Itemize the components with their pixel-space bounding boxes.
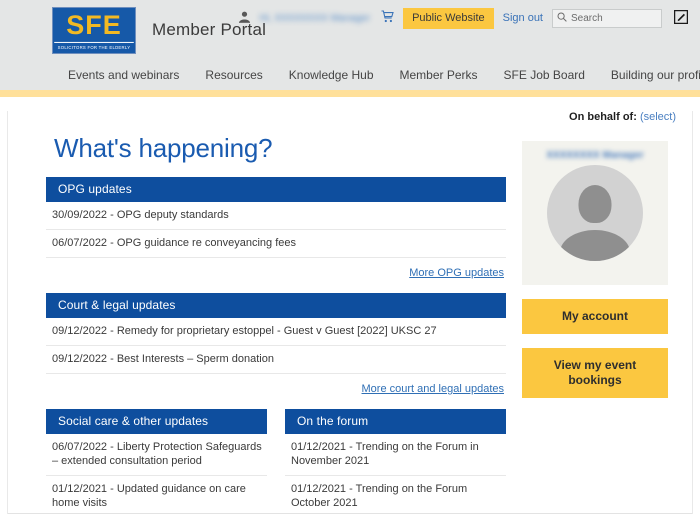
more-court-and-legal-updates-link[interactable]: More court and legal updates xyxy=(362,383,504,395)
main-navigation: Events and webinars Resources Knowledge … xyxy=(0,60,700,90)
on-behalf-of-select-link[interactable]: (select) xyxy=(640,111,676,123)
brand-lockup[interactable]: SFE SOLICITORS FOR THE ELDERLY Member Po… xyxy=(52,6,266,54)
profile-name: XXXXXXXX Manager xyxy=(546,150,644,161)
more-opg-updates-link[interactable]: More OPG updates xyxy=(409,267,504,279)
search-box[interactable] xyxy=(552,8,662,28)
view-my-event-bookings-button[interactable]: View my event bookings xyxy=(522,348,668,398)
list-item[interactable]: 01/12/2021 - Trending on the Forum in No… xyxy=(285,434,506,476)
avatar xyxy=(547,165,643,261)
sfe-logo[interactable]: SFE SOLICITORS FOR THE ELDERLY xyxy=(52,6,136,54)
panel-list: 30/09/2022 - OPG deputy standards 06/07/… xyxy=(46,202,506,258)
avatar-body xyxy=(560,230,630,261)
panel-social-care-and-other-updates: Social care & other updates 06/07/2022 -… xyxy=(46,409,267,514)
sign-out-link[interactable]: Sign out xyxy=(503,12,543,24)
person-icon xyxy=(239,11,251,26)
main-column: What's happening? OPG updates 30/09/2022… xyxy=(46,133,506,514)
on-behalf-of-label: On behalf of: xyxy=(569,111,637,123)
accent-divider-bar xyxy=(0,90,700,97)
header-utility-bar: Hi, XXXXXXXX Manager Public Website Sign… xyxy=(239,7,689,29)
profile-card: XXXXXXXX Manager xyxy=(522,141,668,285)
secondary-panels-row: Social care & other updates 06/07/2022 -… xyxy=(46,409,506,514)
sidebar: XXXXXXXX Manager My account View my even… xyxy=(522,133,668,514)
panel-opg-updates: OPG updates 30/09/2022 - OPG deputy stan… xyxy=(46,177,506,279)
list-item[interactable]: 09/12/2022 - Best Interests – Sperm dona… xyxy=(46,346,506,373)
page-layout: What's happening? OPG updates 30/09/2022… xyxy=(8,133,692,514)
list-item[interactable]: 30/09/2022 - OPG deputy standards xyxy=(46,202,506,230)
compose-icon[interactable] xyxy=(673,9,689,27)
logged-in-user-name[interactable]: Hi, XXXXXXXX Manager xyxy=(259,13,370,24)
list-item[interactable]: 01/12/2021 - Updated guidance on care ho… xyxy=(46,476,267,514)
panel-list: 09/12/2022 - Remedy for proprietary esto… xyxy=(46,318,506,374)
list-item[interactable]: 01/12/2021 - Trending on the Forum Octob… xyxy=(285,476,506,514)
panel-title: On the forum xyxy=(285,409,506,434)
panel-list: 06/07/2022 - Liberty Protection Safeguar… xyxy=(46,434,267,514)
nav-item-resources[interactable]: Resources xyxy=(205,68,262,82)
panel-more: More OPG updates xyxy=(46,258,506,279)
nav-item-building-our-profile[interactable]: Building our profile xyxy=(611,68,700,82)
my-account-button[interactable]: My account xyxy=(522,299,668,334)
content-frame: On behalf of: (select) What's happening?… xyxy=(8,111,692,514)
sfe-logo-strapline: SOLICITORS FOR THE ELDERLY xyxy=(54,41,134,50)
panel-title: Court & legal updates xyxy=(46,293,506,318)
panel-list: 01/12/2021 - Trending on the Forum in No… xyxy=(285,434,506,514)
search-input[interactable] xyxy=(571,12,657,24)
panel-on-the-forum: On the forum 01/12/2021 - Trending on th… xyxy=(285,409,506,514)
page-title: What's happening? xyxy=(54,133,273,163)
nav-item-member-perks[interactable]: Member Perks xyxy=(400,68,478,82)
site-header: SFE SOLICITORS FOR THE ELDERLY Member Po… xyxy=(0,0,700,60)
nav-item-sfe-job-board[interactable]: SFE Job Board xyxy=(504,68,585,82)
sfe-logo-letters: SFE xyxy=(66,9,122,40)
list-item[interactable]: 06/07/2022 - OPG guidance re conveyancin… xyxy=(46,230,506,257)
panel-court-and-legal-updates: Court & legal updates 09/12/2022 - Remed… xyxy=(46,293,506,395)
list-item[interactable]: 09/12/2022 - Remedy for proprietary esto… xyxy=(46,318,506,346)
search-icon xyxy=(557,11,567,25)
panel-title: OPG updates xyxy=(46,177,506,202)
panel-title: Social care & other updates xyxy=(46,409,267,434)
page-body: On behalf of: (select) What's happening?… xyxy=(0,97,700,514)
public-website-button[interactable]: Public Website xyxy=(403,7,494,29)
list-item[interactable]: 06/07/2022 - Liberty Protection Safeguar… xyxy=(46,434,267,476)
nav-item-knowledge-hub[interactable]: Knowledge Hub xyxy=(289,68,374,82)
shopping-cart-icon[interactable] xyxy=(381,10,394,26)
on-behalf-of: On behalf of: (select) xyxy=(569,111,676,123)
panel-more: More court and legal updates xyxy=(46,374,506,395)
avatar-head xyxy=(578,185,612,223)
nav-item-events-and-webinars[interactable]: Events and webinars xyxy=(68,68,179,82)
